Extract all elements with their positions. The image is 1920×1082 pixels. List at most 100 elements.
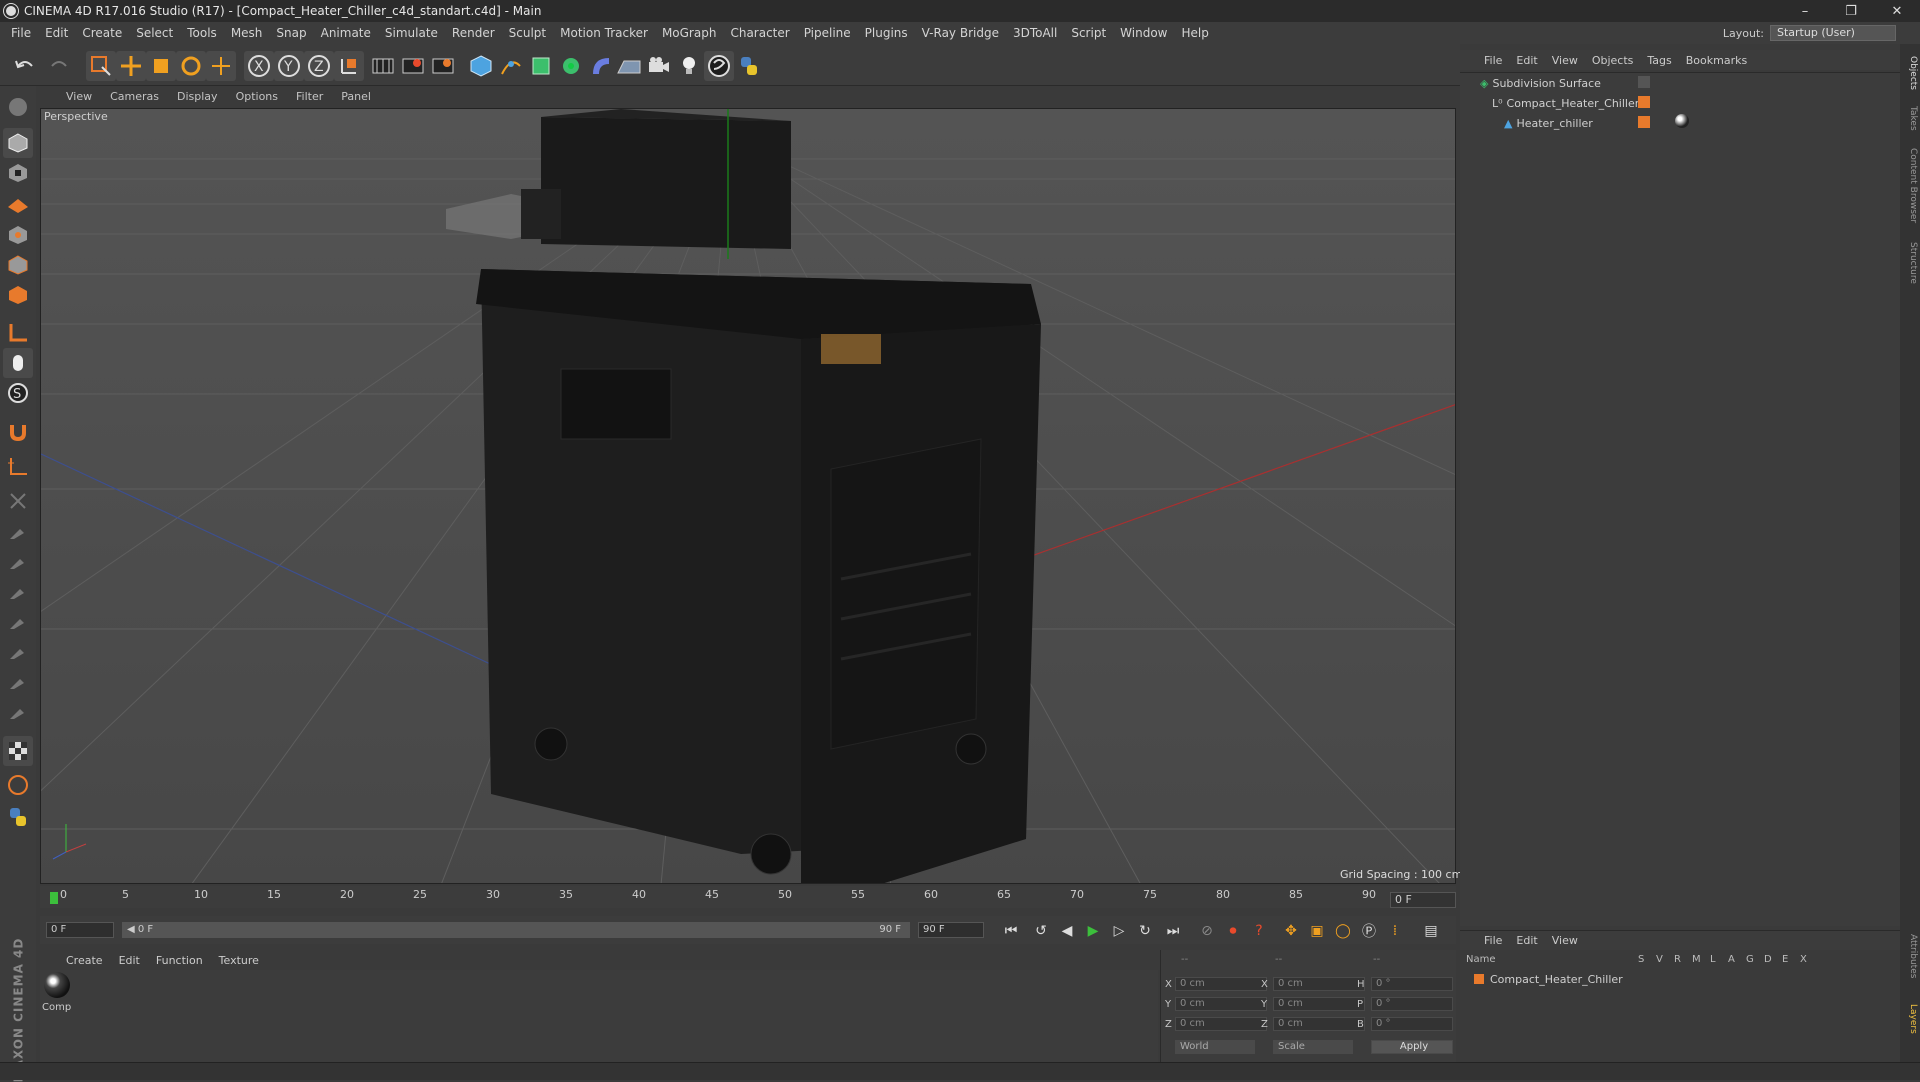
deformer-icon[interactable]: [586, 51, 616, 81]
rotation-p-field[interactable]: 0 °: [1371, 997, 1453, 1011]
layer-row[interactable]: Compact_Heater_Chiller: [1474, 970, 1623, 988]
rotate-icon[interactable]: [176, 51, 206, 81]
menu-snap[interactable]: Snap: [269, 26, 313, 40]
y-axis-icon[interactable]: Y: [274, 51, 304, 81]
bevel-icon[interactable]: [3, 666, 33, 696]
layer-swatch[interactable]: [1638, 76, 1650, 88]
size-z-field[interactable]: 0 cm: [1273, 1017, 1365, 1031]
viewport-menu-panel[interactable]: Panel: [341, 90, 371, 103]
play-forward-icon[interactable]: ▶: [1082, 920, 1104, 942]
autokey-icon[interactable]: ⏺: [1222, 920, 1244, 942]
menu-help[interactable]: Help: [1174, 26, 1215, 40]
x-axis-icon[interactable]: X: [244, 51, 274, 81]
object-menu-edit[interactable]: Edit: [1516, 54, 1537, 67]
cube-primitive-icon[interactable]: [466, 51, 496, 81]
menu-script[interactable]: Script: [1064, 26, 1113, 40]
axis-mode-icon[interactable]: [3, 318, 33, 348]
menu-window[interactable]: Window: [1113, 26, 1174, 40]
knife-icon[interactable]: [3, 636, 33, 666]
texture-mode-icon[interactable]: [3, 158, 33, 188]
timeline-layout-icon[interactable]: ▤: [1420, 920, 1442, 942]
go-to-end-icon[interactable]: ⏭: [1162, 920, 1184, 942]
viewport-menu-options[interactable]: Options: [236, 90, 278, 103]
coordinate-system-icon[interactable]: [334, 51, 364, 81]
menu-pipeline[interactable]: Pipeline: [797, 26, 858, 40]
menu-tools[interactable]: Tools: [180, 26, 224, 40]
keyframe-selection-icon[interactable]: ?: [1248, 920, 1270, 942]
transform-icon[interactable]: [206, 51, 236, 81]
rotation-b-field[interactable]: 0 °: [1371, 1017, 1453, 1031]
subdivision-nurbs-icon[interactable]: [526, 51, 556, 81]
lock-axis-icon[interactable]: [3, 486, 33, 516]
menu-render[interactable]: Render: [445, 26, 502, 40]
menu-edit[interactable]: Edit: [38, 26, 75, 40]
tab-objects[interactable]: Objects: [1908, 56, 1918, 90]
layer-swatch[interactable]: [1638, 96, 1650, 108]
end-frame-field[interactable]: 90 F: [918, 922, 984, 938]
workplane-icon[interactable]: [3, 188, 33, 218]
object-menu-view[interactable]: View: [1552, 54, 1578, 67]
position-x-field[interactable]: 0 cm: [1175, 977, 1267, 991]
workplane-axis-icon[interactable]: [3, 452, 33, 482]
material-menu-create[interactable]: Create: [66, 954, 103, 967]
tweak-mode-icon[interactable]: [3, 348, 33, 378]
sculpt-layer-icon[interactable]: [3, 770, 33, 800]
close-button[interactable]: ✕: [1874, 4, 1920, 19]
tab-content-browser[interactable]: Content Browser: [1908, 148, 1918, 223]
smooth-brush-icon[interactable]: [3, 546, 33, 576]
redo-icon[interactable]: [44, 51, 74, 81]
menu-mesh[interactable]: Mesh: [224, 26, 270, 40]
object-row-compact-heater-chiller[interactable]: L⁰ Compact_Heater_Chiller: [1492, 94, 1639, 112]
menu-mograph[interactable]: MoGraph: [655, 26, 724, 40]
minimize-button[interactable]: –: [1782, 4, 1828, 19]
menu-plugins[interactable]: Plugins: [858, 26, 915, 40]
restore-button[interactable]: ❐: [1828, 4, 1874, 19]
viewport-menu-filter[interactable]: Filter: [296, 90, 323, 103]
pen-spline-icon[interactable]: [496, 51, 526, 81]
object-menu-file[interactable]: File: [1484, 54, 1502, 67]
next-key-icon[interactable]: ↻: [1134, 920, 1156, 942]
polygons-mode-icon[interactable]: [3, 280, 33, 310]
previous-frame-icon[interactable]: ◀: [1056, 920, 1078, 942]
playhead[interactable]: [50, 892, 58, 904]
layer-swatch[interactable]: [1638, 116, 1650, 128]
record-rotation-icon[interactable]: ◯: [1332, 920, 1354, 942]
go-to-start-icon[interactable]: ⏮: [1000, 920, 1022, 942]
material-menu-edit[interactable]: Edit: [119, 954, 140, 967]
tab-structure[interactable]: Structure: [1908, 242, 1918, 284]
material-preview-sphere[interactable]: [44, 972, 70, 998]
viewport-menu-view[interactable]: View: [66, 90, 92, 103]
preview-range-slider[interactable]: ◀ 0 F 90 F: [122, 922, 910, 938]
current-frame-field[interactable]: 0 F: [1390, 892, 1456, 908]
layer-menu-file[interactable]: File: [1484, 934, 1502, 947]
layer-color-swatch[interactable]: [1474, 974, 1484, 984]
position-y-field[interactable]: 0 cm: [1175, 997, 1267, 1011]
layer-menu-edit[interactable]: Edit: [1516, 934, 1537, 947]
render-view-icon[interactable]: [368, 51, 398, 81]
timeline-ruler[interactable]: 0 5 10 15 20 25 30 35 40 45 50 55 60 65 …: [40, 886, 1456, 908]
camera-icon[interactable]: [644, 51, 674, 81]
viewport-menu-display[interactable]: Display: [177, 90, 218, 103]
material-tag-icon[interactable]: [1675, 114, 1689, 128]
menu-motion-tracker[interactable]: Motion Tracker: [553, 26, 655, 40]
magnet-icon[interactable]: [3, 416, 33, 446]
size-y-field[interactable]: 0 cm: [1273, 997, 1365, 1011]
rotation-h-field[interactable]: 0 °: [1371, 977, 1453, 991]
python-console-icon[interactable]: [3, 802, 33, 832]
move-icon[interactable]: [116, 51, 146, 81]
record-scale-icon[interactable]: ▣: [1306, 920, 1328, 942]
script-manager-icon[interactable]: [704, 51, 734, 81]
layer-menu-view[interactable]: View: [1552, 934, 1578, 947]
object-row-subdivision-surface[interactable]: ◈ Subdivision Surface: [1480, 74, 1601, 92]
next-frame-icon[interactable]: ▷: [1108, 920, 1130, 942]
menu-sculpt[interactable]: Sculpt: [502, 26, 553, 40]
edges-mode-icon[interactable]: [3, 250, 33, 280]
object-menu-bookmarks[interactable]: Bookmarks: [1686, 54, 1747, 67]
size-x-field[interactable]: 0 cm: [1273, 977, 1365, 991]
object-menu-tags[interactable]: Tags: [1647, 54, 1671, 67]
model-mode-icon[interactable]: [3, 128, 33, 158]
array-mograph-icon[interactable]: [556, 51, 586, 81]
extrude-icon[interactable]: [3, 696, 33, 726]
menu-simulate[interactable]: Simulate: [378, 26, 445, 40]
menu-vray-bridge[interactable]: V-Ray Bridge: [915, 26, 1006, 40]
